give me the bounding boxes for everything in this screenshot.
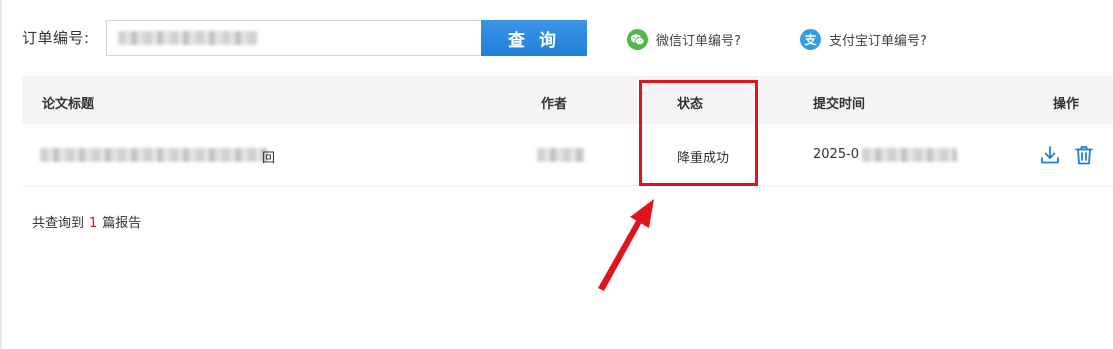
status-cell: 降重成功 — [677, 151, 730, 166]
query-button[interactable]: 查 询 — [481, 20, 587, 56]
redacted-title — [40, 148, 268, 162]
summary-prefix: 共查询到 — [32, 216, 85, 231]
alipay-order-help-link[interactable]: 支 支付宝订单编号? — [800, 28, 927, 50]
download-icon[interactable] — [1039, 144, 1061, 166]
table-header: 论文标题 作者 状态 提交时间 操作 — [22, 76, 1113, 124]
redacted-order-number — [118, 31, 258, 45]
arrow-icon — [598, 199, 654, 291]
header-submit-time: 提交时间 — [813, 97, 866, 112]
header-status: 状态 — [677, 97, 704, 112]
wechat-order-help-link[interactable]: 微信订单编号? — [627, 28, 741, 50]
wechat-order-help-text: 微信订单编号? — [656, 33, 741, 49]
header-actions: 操作 — [1053, 97, 1080, 112]
redacted-author — [537, 148, 585, 162]
result-summary: 共查询到 1 篇报告 — [32, 212, 141, 231]
left-border — [0, 0, 2, 349]
order-query-page: 订单编号: 查 询 微信订单编号? 支 支付宝订单编号? 论文标题 作者 状态 … — [0, 0, 1113, 349]
alipay-icon: 支 — [800, 28, 821, 50]
alipay-order-help-text: 支付宝订单编号? — [829, 33, 927, 49]
summary-suffix: 篇报告 — [102, 216, 142, 231]
submit-time-prefix: 2025-0 — [813, 147, 860, 162]
wechat-icon — [627, 28, 648, 50]
table-row: 回 降重成功 2025-0 — [22, 124, 1113, 186]
trash-icon[interactable] — [1073, 144, 1095, 166]
title-visible-suffix: 回 — [262, 151, 276, 166]
order-number-label: 订单编号: — [22, 29, 90, 47]
header-author: 作者 — [541, 97, 568, 112]
redacted-submit-time — [862, 148, 957, 162]
header-title: 论文标题 — [42, 97, 95, 112]
result-count: 1 — [89, 216, 98, 231]
